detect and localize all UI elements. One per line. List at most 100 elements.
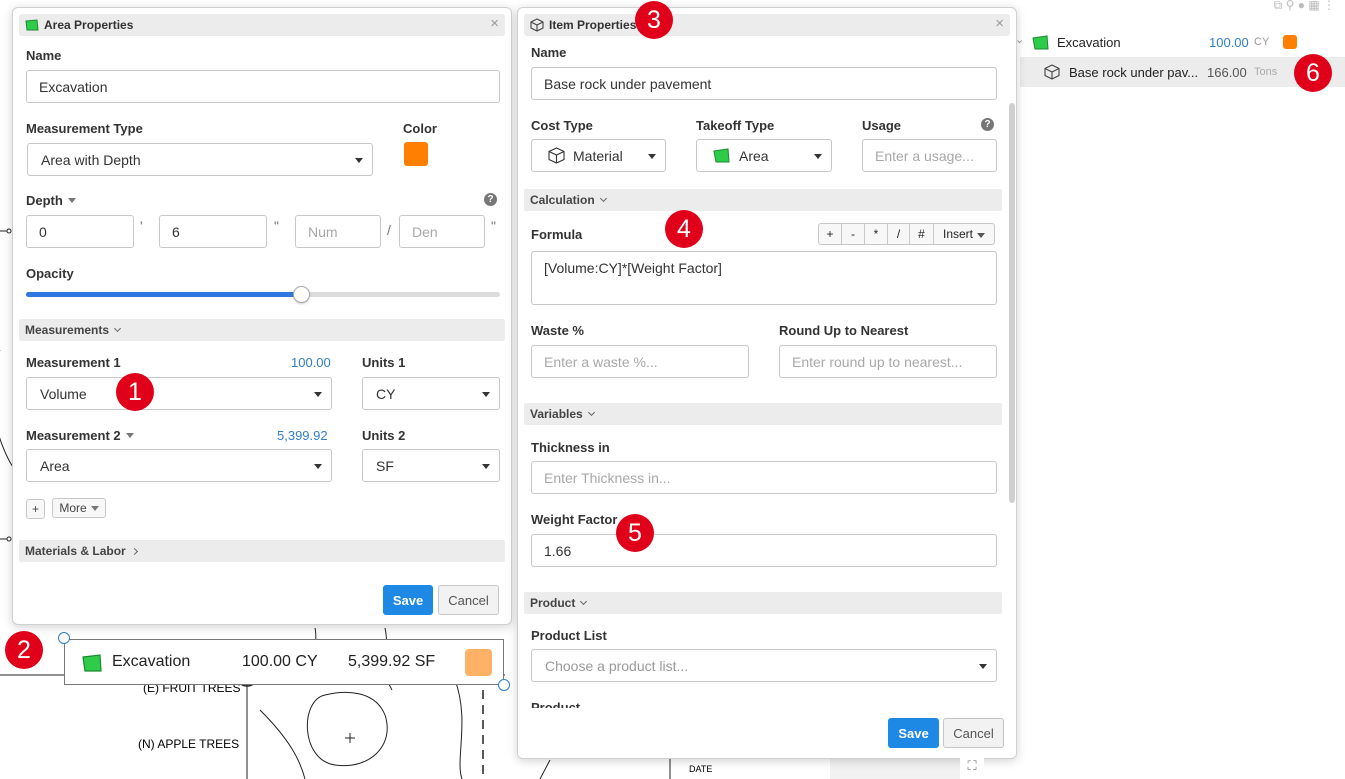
- name-input[interactable]: Base rock under pavement: [531, 67, 997, 100]
- measurements-section-header[interactable]: Measurements: [19, 319, 505, 341]
- measurement-type-select[interactable]: Area with Depth: [27, 143, 373, 176]
- formula-toolbar: + - * / # Insert: [818, 223, 995, 245]
- annotation-badge: 2: [5, 631, 43, 669]
- close-icon[interactable]: ×: [490, 16, 499, 32]
- save-button[interactable]: Save: [888, 718, 939, 748]
- depth-label[interactable]: Depth: [26, 193, 76, 208]
- cube-icon: [1044, 64, 1060, 80]
- more-icon[interactable]: ⋮: [1323, 0, 1335, 12]
- insert-button[interactable]: Insert: [934, 224, 994, 244]
- help-icon[interactable]: ?: [981, 118, 994, 131]
- caret-down-icon: [482, 464, 490, 469]
- depth-numerator-input[interactable]: Num: [295, 215, 381, 248]
- opacity-slider-handle[interactable]: [293, 286, 310, 303]
- caret-down-icon: [979, 664, 987, 669]
- tree-row-excavation[interactable]: ⌄ Excavation 100.00 CY: [1015, 30, 1345, 56]
- close-icon[interactable]: ×: [995, 16, 1004, 32]
- select-value: Material: [573, 147, 623, 164]
- thickness-input[interactable]: Enter Thickness in...: [531, 461, 997, 494]
- area-properties-titlebar[interactable]: Area Properties ×: [19, 14, 505, 36]
- materials-labor-section-header[interactable]: Materials & Labor: [19, 540, 505, 562]
- annotation-badge: 4: [665, 210, 703, 248]
- caret-down-icon: [355, 158, 363, 163]
- chevron-down-icon: [114, 324, 122, 332]
- depth-inches-input[interactable]: 6: [159, 215, 267, 248]
- caret-down-icon: [814, 154, 822, 159]
- canvas-label-amount2: 5,399.92 SF: [348, 653, 436, 670]
- units1-label: Units 1: [362, 355, 406, 370]
- usage-input[interactable]: Enter a usage...: [862, 139, 997, 172]
- drawing-text-apple-trees: (N) APPLE TREES: [138, 737, 239, 751]
- chevron-down-icon: [599, 194, 607, 202]
- canvas-area-label[interactable]: Excavation 100.00 CY 5,399.92 SF: [64, 639, 504, 685]
- depth-feet-input[interactable]: 0: [26, 215, 134, 248]
- save-button[interactable]: Save: [383, 585, 433, 615]
- drawing-text-date: DATE: [689, 764, 712, 774]
- fit-screen-icon[interactable]: ⛶: [960, 758, 984, 779]
- more-button[interactable]: More: [52, 498, 106, 518]
- tree-row-unit: Tons: [1254, 66, 1278, 78]
- cancel-button[interactable]: Cancel: [943, 718, 1004, 748]
- help-icon[interactable]: ?: [484, 193, 497, 206]
- formula-textarea[interactable]: [Volume:CY]*[Weight Factor]: [531, 251, 997, 305]
- copy-icon[interactable]: ⧉: [1274, 0, 1283, 12]
- cancel-button[interactable]: Cancel: [438, 585, 499, 615]
- cost-type-select[interactable]: Material: [531, 139, 666, 172]
- product-list-select[interactable]: Choose a product list...: [531, 649, 997, 682]
- area-polygon-icon: [25, 19, 39, 31]
- inch-mark: ": [491, 218, 496, 234]
- waste-input[interactable]: Enter a waste %...: [531, 345, 749, 378]
- caret-down-icon: [648, 154, 656, 159]
- formula-op-button[interactable]: #: [910, 224, 934, 244]
- select-value: SF: [376, 457, 394, 474]
- fraction-separator: /: [387, 222, 391, 238]
- name-input[interactable]: Excavation: [26, 70, 500, 103]
- name-label: Name: [26, 48, 62, 63]
- grid-icon[interactable]: ▦: [1308, 0, 1319, 12]
- usage-label: Usage: [862, 118, 902, 133]
- units2-select[interactable]: SF: [362, 449, 500, 482]
- formula-label: Formula: [531, 227, 583, 242]
- insert-label: Insert: [942, 227, 973, 241]
- annotation-badge: 6: [1294, 54, 1332, 92]
- add-measurement-button[interactable]: +: [26, 499, 45, 519]
- takeoff-type-select[interactable]: Area: [696, 139, 832, 172]
- caret-down-icon: [314, 464, 322, 469]
- select-value: CY: [376, 385, 396, 402]
- product-section-header[interactable]: Product: [524, 592, 1002, 614]
- thickness-label: Thickness in: [531, 440, 610, 455]
- measurement2-label[interactable]: Measurement 2: [26, 428, 134, 443]
- formula-op-button[interactable]: /: [888, 224, 910, 244]
- depth-denominator-input[interactable]: Den: [399, 215, 485, 248]
- waste-label: Waste %: [531, 323, 584, 338]
- roundup-input[interactable]: Enter round up to nearest...: [779, 345, 997, 378]
- measurement1-select[interactable]: Volume: [26, 377, 332, 410]
- variables-section-header[interactable]: Variables: [524, 403, 1002, 425]
- resize-handle-top-left[interactable]: [58, 632, 70, 644]
- formula-op-button[interactable]: +: [819, 224, 842, 244]
- color-swatch[interactable]: [404, 142, 428, 166]
- resize-handle-bottom-right[interactable]: [498, 679, 510, 691]
- help-icon[interactable]: ●: [1298, 0, 1305, 12]
- select-value: Volume: [40, 385, 87, 402]
- item-properties-panel: Item Properties × Name Base rock under p…: [517, 7, 1017, 759]
- annotation-badge: 5: [616, 514, 654, 552]
- measurement1-label: Measurement 1: [26, 355, 121, 370]
- inch-mark: ": [274, 218, 279, 234]
- annotation-badge: 1: [116, 373, 154, 411]
- area-polygon-icon: [82, 654, 102, 672]
- weight-factor-input[interactable]: 1.66: [531, 534, 997, 567]
- caret-down-icon: [314, 392, 322, 397]
- measurement2-select[interactable]: Area: [26, 449, 332, 482]
- product-label-clip: Product: [531, 700, 997, 708]
- opacity-slider-fill: [26, 292, 301, 297]
- formula-op-button[interactable]: -: [842, 224, 865, 244]
- scrollbar-thumb[interactable]: [1009, 103, 1015, 503]
- measurement2-label-text: Measurement 2: [26, 428, 121, 443]
- units1-select[interactable]: CY: [362, 377, 500, 410]
- product-label: Product: [531, 700, 581, 708]
- calculation-section-header[interactable]: Calculation: [524, 189, 1002, 211]
- item-properties-titlebar[interactable]: Item Properties ×: [524, 14, 1010, 36]
- formula-op-button[interactable]: *: [865, 224, 888, 244]
- search-icon[interactable]: ⚲: [1286, 0, 1295, 12]
